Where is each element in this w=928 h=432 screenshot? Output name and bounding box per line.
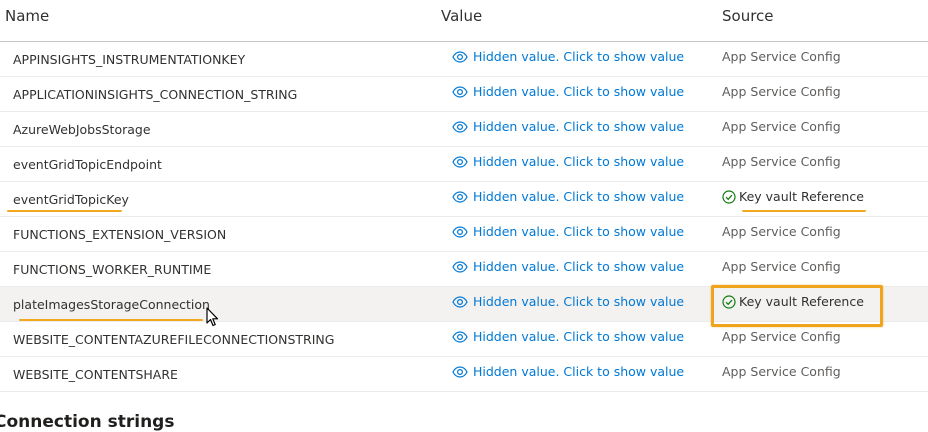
show-value-label: Hidden value. Click to show value [473, 294, 685, 309]
annotation-underline-plateimagesstorageconnection [19, 319, 203, 321]
setting-name[interactable]: FUNCTIONS_WORKER_RUNTIME [13, 262, 211, 277]
table-row[interactable]: APPLICATIONINSIGHTS_CONNECTION_STRING Hid… [0, 77, 928, 112]
setting-source: App Service Config [722, 224, 841, 239]
show-value-label: Hidden value. Click to show value [473, 364, 685, 379]
annotation-underline-keyvault-reference [742, 210, 866, 212]
table-body: APPINSIGHTS_INSTRUMENTATIONKEY Hidden val… [0, 42, 928, 392]
show-value-link[interactable]: Hidden value. Click to show value [452, 224, 684, 239]
table-header: Name Value Source [0, 0, 928, 42]
show-value-label: Hidden value. Click to show value [473, 154, 685, 169]
show-value-label: Hidden value. Click to show value [473, 189, 685, 204]
table-row[interactable]: APPINSIGHTS_INSTRUMENTATIONKEY Hidden val… [0, 42, 928, 77]
check-circle-icon [722, 189, 736, 204]
mouse-cursor-icon [206, 307, 220, 331]
show-value-link[interactable]: Hidden value. Click to show value [452, 259, 684, 274]
source-label: App Service Config [722, 154, 841, 169]
show-value-link[interactable]: Hidden value. Click to show value [452, 364, 684, 379]
eye-icon [452, 155, 473, 168]
eye-icon [452, 120, 473, 133]
setting-name[interactable]: FUNCTIONS_EXTENSION_VERSION [13, 227, 226, 242]
annotation-highlight-box [711, 285, 883, 327]
eye-icon [452, 295, 473, 308]
eye-icon [452, 260, 473, 273]
setting-name[interactable]: AzureWebJobsStorage [13, 122, 151, 137]
setting-name[interactable]: eventGridTopicEndpoint [13, 157, 162, 172]
source-label: App Service Config [722, 49, 841, 64]
show-value-link[interactable]: Hidden value. Click to show value [452, 84, 684, 99]
show-value-link[interactable]: Hidden value. Click to show value [452, 49, 684, 64]
show-value-link[interactable]: Hidden value. Click to show value [452, 329, 684, 344]
setting-source: App Service Config [722, 84, 841, 99]
source-label: App Service Config [722, 84, 841, 99]
source-label: App Service Config [722, 224, 841, 239]
source-label: App Service Config [722, 364, 841, 379]
setting-source: App Service Config [722, 154, 841, 169]
show-value-link[interactable]: Hidden value. Click to show value [452, 294, 684, 309]
table-row[interactable]: WEBSITE_CONTENTSHARE Hidden value. Click … [0, 357, 928, 392]
source-label: Key vault Reference [739, 189, 864, 204]
eye-icon [452, 330, 473, 343]
source-label: App Service Config [722, 119, 841, 134]
annotation-underline-eventgridtopickey [7, 210, 122, 212]
section-title-connection-strings: Connection strings [0, 412, 175, 432]
setting-source: App Service Config [722, 259, 841, 274]
setting-source: App Service Config [722, 364, 841, 379]
eye-icon [452, 190, 473, 203]
table-row[interactable]: eventGridTopicEndpoint Hidden value. Clic… [0, 147, 928, 182]
show-value-label: Hidden value. Click to show value [473, 84, 685, 99]
setting-name[interactable]: WEBSITE_CONTENTSHARE [13, 367, 178, 382]
table-row[interactable]: AzureWebJobsStorage Hidden value. Click t… [0, 112, 928, 147]
app-settings-table: Name Value Source APPINSIGHTS_INSTRUMENT… [0, 0, 928, 392]
setting-source: App Service Config [722, 49, 841, 64]
show-value-label: Hidden value. Click to show value [473, 49, 685, 64]
eye-icon [452, 50, 473, 63]
source-label: App Service Config [722, 259, 841, 274]
table-row[interactable]: FUNCTIONS_EXTENSION_VERSION Hidden value.… [0, 217, 928, 252]
show-value-link[interactable]: Hidden value. Click to show value [452, 154, 684, 169]
setting-source: App Service Config [722, 329, 841, 344]
setting-name[interactable]: plateImagesStorageConnection [13, 297, 210, 312]
eye-icon [452, 365, 473, 378]
setting-source: App Service Config [722, 119, 841, 134]
show-value-label: Hidden value. Click to show value [473, 224, 685, 239]
setting-name[interactable]: APPINSIGHTS_INSTRUMENTATIONKEY [13, 52, 245, 67]
setting-name[interactable]: WEBSITE_CONTENTAZUREFILECONNECTIONSTRING [13, 332, 334, 347]
setting-name[interactable]: eventGridTopicKey [13, 192, 129, 207]
column-header-name[interactable]: Name [5, 7, 49, 25]
setting-name[interactable]: APPLICATIONINSIGHTS_CONNECTION_STRING [13, 87, 297, 102]
column-header-value[interactable]: Value [441, 7, 482, 25]
show-value-link[interactable]: Hidden value. Click to show value [452, 189, 684, 204]
show-value-label: Hidden value. Click to show value [473, 119, 685, 134]
table-row[interactable]: FUNCTIONS_WORKER_RUNTIME Hidden value. Cl… [0, 252, 928, 287]
column-header-source[interactable]: Source [722, 7, 774, 25]
show-value-link[interactable]: Hidden value. Click to show value [452, 119, 684, 134]
table-row[interactable]: WEBSITE_CONTENTAZUREFILECONNECTIONSTRING… [0, 322, 928, 357]
eye-icon [452, 225, 473, 238]
show-value-label: Hidden value. Click to show value [473, 259, 685, 274]
source-label: App Service Config [722, 329, 841, 344]
keyvault-reference-link[interactable]: Key vault Reference [722, 189, 864, 204]
show-value-label: Hidden value. Click to show value [473, 329, 685, 344]
eye-icon [452, 85, 473, 98]
